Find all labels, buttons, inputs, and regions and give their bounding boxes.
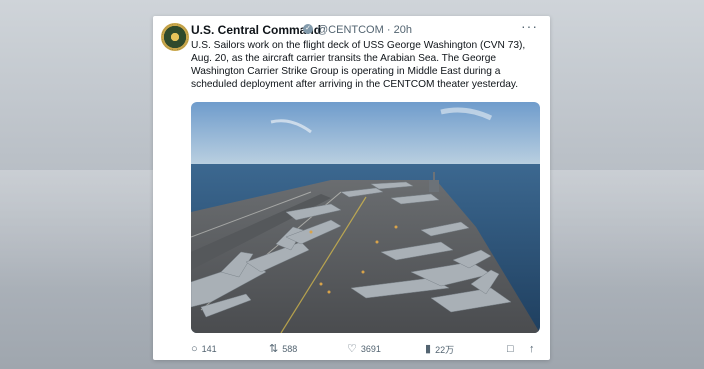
bookmark-icon: □ (507, 342, 514, 355)
reply-icon: ○ (191, 342, 198, 355)
share-icon: ↑ (529, 342, 535, 355)
post-time: 20h (393, 24, 412, 36)
verified-badge-icon: ✓ (303, 24, 313, 34)
aircraft-carrier-photo (191, 102, 540, 333)
author-handle: @CENTCOM (317, 24, 384, 36)
action-bar: ○ 141 ⇅ 588 ♡ 3691 ▮ 22万 □ ↑ (191, 342, 541, 356)
author-name[interactable]: U.S. Central Command (191, 23, 321, 37)
share-button[interactable]: ↑ (529, 342, 535, 356)
tweet-card: U.S. Central Command ✓ @CENTCOM · 20h ··… (153, 16, 550, 360)
heart-icon: ♡ (347, 342, 357, 355)
views-button[interactable]: ▮ 22万 (425, 342, 454, 356)
author-handle-time[interactable]: @CENTCOM · 20h (317, 24, 412, 36)
separator: · (386, 24, 391, 36)
retweet-icon: ⇅ (269, 342, 279, 355)
like-button[interactable]: ♡ 3691 (347, 342, 381, 356)
more-options-icon[interactable]: ··· (521, 18, 538, 34)
retweet-button[interactable]: ⇅ 588 (269, 342, 297, 356)
tweet-media-photo[interactable] (191, 102, 540, 333)
views-count: 22万 (435, 344, 455, 355)
tweet-text: U.S. Sailors work on the flight deck of … (191, 40, 526, 90)
avatar[interactable] (161, 23, 189, 51)
like-count: 3691 (360, 344, 381, 354)
reply-button[interactable]: ○ 141 (191, 342, 217, 356)
bookmark-button[interactable]: □ (507, 342, 514, 356)
retweet-count: 588 (282, 344, 298, 354)
views-chart-icon: ▮ (425, 342, 432, 355)
reply-count: 141 (201, 344, 217, 354)
